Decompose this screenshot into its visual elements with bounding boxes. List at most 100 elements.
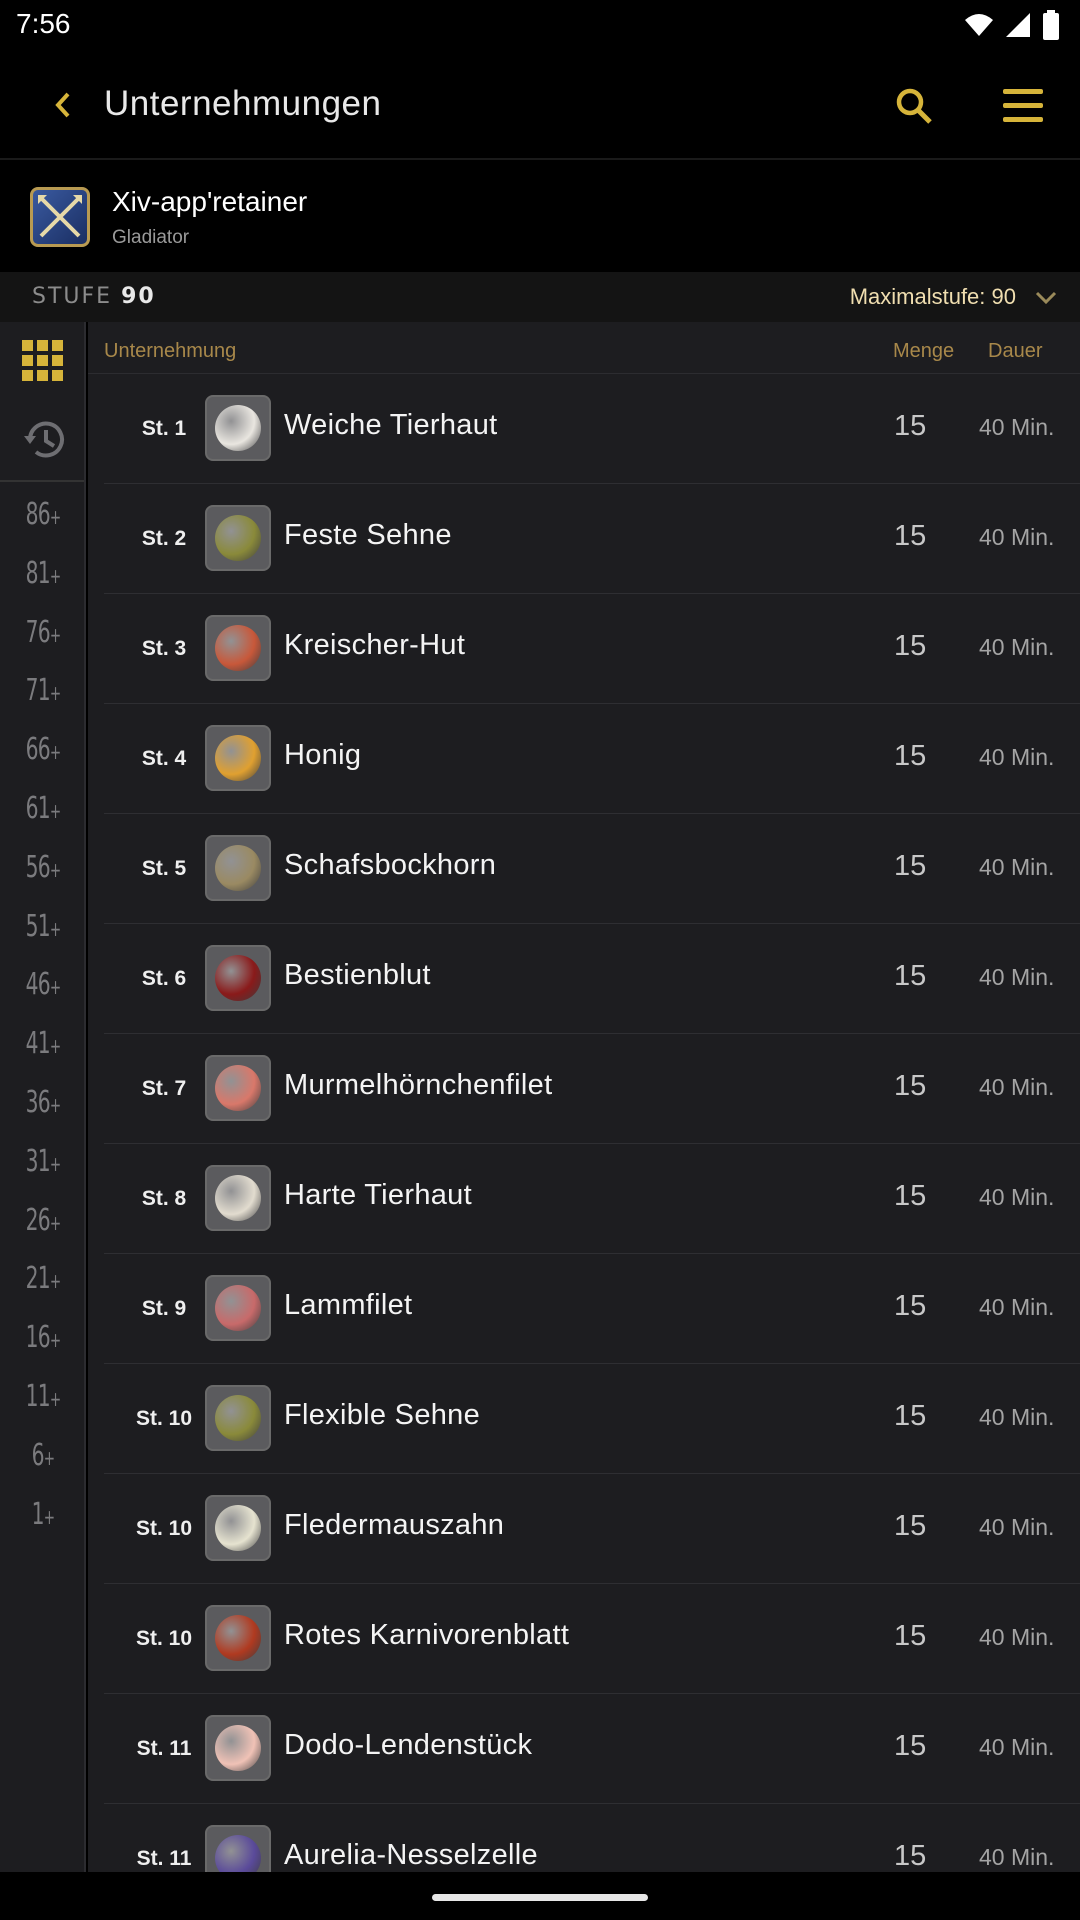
retainer-name: Xiv-app'retainer — [112, 186, 308, 217]
venture-duration: 40 Min. — [979, 414, 1055, 440]
venture-duration: 40 Min. — [979, 1624, 1055, 1650]
venture-quantity: 15 — [894, 1730, 927, 1762]
venture-name: Dodo-Lendenstück — [284, 1729, 533, 1761]
chevron-down-icon[interactable] — [1034, 286, 1058, 310]
level-jump-item[interactable]: 6+ — [11, 1438, 76, 1473]
venture-duration: 40 Min. — [979, 1734, 1055, 1760]
home-gesture-handle[interactable] — [432, 1894, 648, 1901]
venture-row[interactable]: St. 8 Harte Tierhaut 15 40 Min. — [104, 1144, 1080, 1254]
venture-quantity: 15 — [894, 1510, 927, 1542]
header-quantity[interactable]: Menge — [893, 340, 954, 363]
venture-quantity: 15 — [894, 1400, 927, 1432]
venture-row[interactable]: St. 7 Murmelhörnchenfilet 15 40 Min. — [104, 1034, 1080, 1144]
hide-icon — [205, 395, 271, 461]
retainer-header[interactable]: Xiv-app'retainer Gladiator — [0, 162, 1080, 272]
venture-duration: 40 Min. — [979, 1404, 1055, 1430]
venture-name: Flexible Sehne — [284, 1399, 481, 1431]
level-jump-item[interactable]: 51+ — [11, 909, 76, 944]
venture-row[interactable]: St. 2 Feste Sehne 15 40 Min. — [104, 484, 1080, 594]
level-jump-item[interactable]: 56+ — [11, 850, 76, 885]
venture-name: Schafsbockhorn — [284, 849, 497, 881]
gladiator-job-icon — [30, 187, 90, 247]
venture-quantity: 15 — [894, 520, 927, 552]
venture-name: Kreischer-Hut — [284, 629, 466, 661]
level-jump-item[interactable]: 36+ — [11, 1085, 76, 1120]
level-jump-item[interactable]: 41+ — [11, 1026, 76, 1061]
venture-duration: 40 Min. — [979, 1294, 1055, 1320]
list-header: Unternehmung Menge Dauer — [88, 322, 1080, 374]
hide-icon — [205, 1165, 271, 1231]
menu-button[interactable] — [998, 76, 1048, 136]
level-jump-item[interactable]: 21+ — [11, 1261, 76, 1296]
level-jump-item[interactable]: 81+ — [11, 556, 76, 591]
hamburger-menu-icon — [1003, 89, 1043, 122]
level-value: 90 — [121, 284, 156, 309]
level-filter-sidebar: 86+ 81+ 76+ 71+ 66+ 61+ 56+ 51+ 46+ 41+ 36+ 31+ 26+ 2… — [0, 322, 86, 1872]
venture-row[interactable]: St. 11 Aurelia-Nesselzelle 15 40 Min. — [104, 1804, 1080, 1872]
venture-row[interactable]: St. 9 Lammfilet 15 40 Min. — [104, 1254, 1080, 1364]
status-bar: 7:56 — [0, 0, 1080, 50]
history-icon[interactable] — [22, 418, 66, 462]
search-button[interactable] — [884, 76, 944, 136]
venture-row[interactable]: St. 10 Flexible Sehne 15 40 Min. — [104, 1364, 1080, 1474]
venture-duration: 40 Min. — [979, 524, 1055, 550]
grid-view-icon[interactable] — [22, 340, 64, 382]
venture-duration: 40 Min. — [979, 964, 1055, 990]
venture-quantity: 15 — [894, 1840, 927, 1872]
leaf-icon — [205, 1605, 271, 1671]
level-jump-item[interactable]: 76+ — [11, 615, 76, 650]
venture-quantity: 15 — [894, 630, 927, 662]
venture-duration: 40 Min. — [979, 1184, 1055, 1210]
venture-row[interactable]: St. 11 Dodo-Lendenstück 15 40 Min. — [104, 1694, 1080, 1804]
level-jump-item[interactable]: 11+ — [11, 1379, 76, 1414]
venture-duration: 40 Min. — [979, 1074, 1055, 1100]
search-icon — [896, 88, 932, 124]
fang-icon — [205, 1495, 271, 1561]
level-jump-item[interactable]: 66+ — [11, 732, 76, 767]
level-jump-item[interactable]: 1+ — [11, 1497, 76, 1532]
signal-icon — [1006, 13, 1030, 37]
venture-duration: 40 Min. — [979, 634, 1055, 660]
meat-icon — [205, 1275, 271, 1341]
venture-duration: 40 Min. — [979, 854, 1055, 880]
honey-icon — [205, 725, 271, 791]
venture-row[interactable]: St. 6 Bestienblut 15 40 Min. — [104, 924, 1080, 1034]
venture-row[interactable]: St. 4 Honig 15 40 Min. — [104, 704, 1080, 814]
wifi-icon — [965, 14, 993, 36]
orb-icon — [205, 1825, 271, 1872]
venture-quantity: 15 — [894, 1070, 927, 1102]
level-jump-item[interactable]: 86+ — [11, 497, 76, 532]
venture-row[interactable]: St. 10 Rotes Karnivorenblatt 15 40 Min. — [104, 1584, 1080, 1694]
level-jump-item[interactable]: 16+ — [11, 1320, 76, 1355]
level-jump-item[interactable]: 71+ — [11, 673, 76, 708]
venture-quantity: 15 — [894, 960, 927, 992]
max-level-selector[interactable]: Maximalstufe: 90 — [850, 284, 1016, 310]
sinew-icon — [205, 505, 271, 571]
venture-duration: 40 Min. — [979, 1514, 1055, 1540]
page-title: Unternehmungen — [104, 84, 382, 123]
level-label: STUFE — [32, 284, 113, 309]
venture-quantity: 15 — [894, 1620, 927, 1652]
venture-row[interactable]: St. 10 Fledermauszahn 15 40 Min. — [104, 1474, 1080, 1584]
venture-row[interactable]: St. 3 Kreischer-Hut 15 40 Min. — [104, 594, 1080, 704]
venture-duration: 40 Min. — [979, 1844, 1055, 1870]
level-jump-item[interactable]: 26+ — [11, 1203, 76, 1238]
app-bar: Unternehmungen — [0, 50, 1080, 160]
level-jump-item[interactable]: 61+ — [11, 791, 76, 826]
level-indicator: STUFE 90 — [32, 284, 156, 309]
level-bar: STUFE 90 Maximalstufe: 90 — [0, 272, 1080, 322]
level-jump-item[interactable]: 46+ — [11, 967, 76, 1002]
venture-quantity: 15 — [894, 1180, 927, 1212]
horn-icon — [205, 835, 271, 901]
venture-row[interactable]: St. 5 Schafsbockhorn 15 40 Min. — [104, 814, 1080, 924]
venture-name: Aurelia-Nesselzelle — [284, 1839, 538, 1871]
level-jump-item[interactable]: 31+ — [11, 1144, 76, 1179]
back-button[interactable] — [38, 80, 88, 130]
venture-row[interactable]: St. 1 Weiche Tierhaut 15 40 Min. — [104, 374, 1080, 484]
header-duration[interactable]: Dauer — [988, 340, 1042, 363]
venture-name: Bestienblut — [284, 959, 431, 991]
venture-name: Rotes Karnivorenblatt — [284, 1619, 570, 1651]
meat-icon — [205, 1715, 271, 1781]
sidebar-divider — [0, 480, 84, 482]
header-venture[interactable]: Unternehmung — [104, 340, 236, 363]
